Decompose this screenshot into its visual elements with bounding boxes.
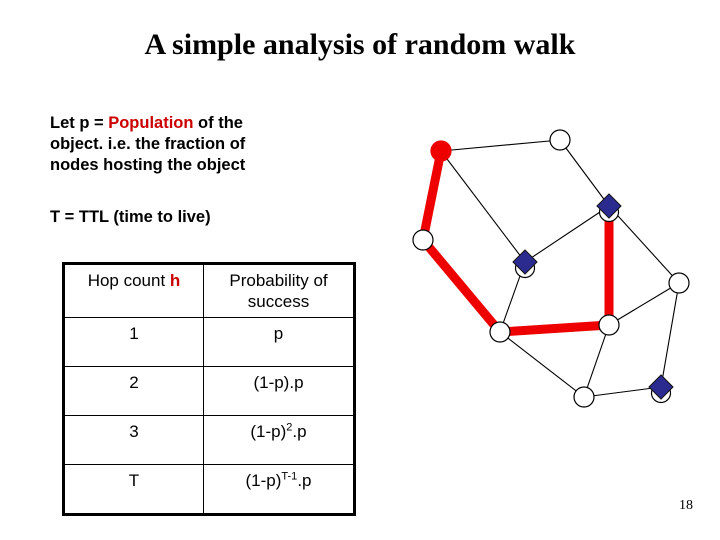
graph-node-plain (598, 314, 620, 336)
definition-text: Let p = Population of the object. i.e. t… (50, 113, 316, 176)
graph-node-plain (668, 272, 690, 294)
ttl-definition: T = TTL (time to live) (50, 208, 211, 226)
graph-node-source (430, 140, 452, 162)
prob-base: (1-p) (250, 422, 287, 441)
prob-base: p (273, 324, 284, 343)
table-row: 1 p (63, 317, 355, 367)
graph-nodes-layer (412, 129, 690, 408)
graph-edge (608, 205, 680, 284)
probability-table: Hop count h Probability of success 1 p 2… (62, 262, 356, 516)
graph-edge (524, 205, 610, 263)
graph-edges-layer (440, 139, 680, 398)
graph-walk-edge (419, 237, 504, 335)
graph-walk-path-layer (418, 150, 614, 337)
graph-edge (583, 324, 610, 398)
hop-count-label: Hop count (87, 271, 170, 290)
cell-probability: (1-p).p (203, 366, 355, 416)
graph-edge (559, 139, 610, 207)
hop-count-symbol: h (169, 271, 181, 290)
prob-base: (1-p).p (253, 373, 304, 392)
column-header-hop-count: Hop count h (63, 263, 204, 318)
graph-edge (608, 282, 680, 326)
graph-walk-edge (499, 320, 610, 337)
table-row: T (1-p)T-1.p (63, 464, 355, 515)
graph-edge (499, 331, 585, 398)
network-graph-diagram (412, 129, 690, 408)
definition-highlight-population: Population (108, 114, 194, 132)
graph-edge (440, 150, 526, 263)
cell-probability: (1-p)2.p (203, 415, 355, 465)
cell-hop: 3 (63, 415, 204, 465)
table-body: 1 p 2 (1-p).p 3 (1-p)2.p T (1-p)T-1.p (63, 317, 355, 515)
definition-line3: nodes hosting the object (50, 156, 246, 174)
graph-edge (583, 386, 662, 398)
column-header-probability: Probability of success (203, 263, 355, 318)
prob-exponent: T-1 (281, 470, 298, 483)
prob-tail: .p (292, 422, 307, 441)
prob-tail: .p (297, 471, 312, 490)
table-row: 3 (1-p)2.p (63, 415, 355, 465)
slide-canvas: A simple analysis of random walk Let p =… (0, 0, 720, 540)
definition-line1-post: of the (193, 114, 243, 132)
table-row: 2 (1-p).p (63, 366, 355, 416)
graph-node-plain (549, 129, 571, 151)
page-title: A simple analysis of random walk (144, 28, 576, 61)
graph-node-plain (489, 321, 511, 343)
definition-line2: object. i.e. the fraction of (50, 135, 246, 153)
definition-line1-pre: Let p = (50, 114, 109, 132)
graph-node-plain (573, 386, 595, 408)
page-number: 18 (679, 498, 693, 513)
graph-edge (440, 139, 561, 152)
cell-probability: p (203, 317, 355, 367)
graph-node-plain (412, 229, 434, 251)
prob-base: (1-p) (245, 471, 282, 490)
cell-hop: 2 (63, 366, 204, 416)
table-header-row: Hop count h Probability of success (63, 263, 355, 318)
cell-probability: (1-p)T-1.p (203, 464, 355, 515)
graph-walk-edge (418, 150, 446, 241)
cell-hop: T (63, 464, 204, 515)
cell-hop: 1 (63, 317, 204, 367)
graph-edge (660, 282, 680, 388)
